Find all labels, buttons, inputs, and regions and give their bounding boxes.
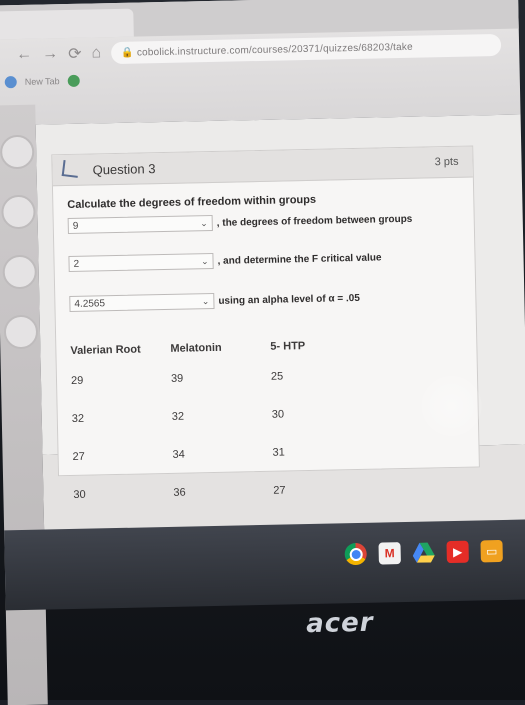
address-bar-url: cobolick.instructure.com/courses/20371/q… xyxy=(136,41,413,59)
table-cell: 39 xyxy=(170,372,184,385)
column-header: Melatonin xyxy=(170,341,222,355)
table-cell: 32 xyxy=(71,412,85,425)
column-header: Valerian Root xyxy=(70,343,141,357)
f-critical-value: 4.2565 xyxy=(74,297,106,310)
chevron-down-icon: ⌄ xyxy=(201,295,210,306)
gmail-icon[interactable]: M xyxy=(378,542,401,565)
home-icon[interactable]: ⌂ xyxy=(91,44,101,62)
column-header: 5- HTP xyxy=(270,340,306,353)
table-row: 30 36 27 xyxy=(73,483,374,527)
monitor-brand-logo: acer xyxy=(305,607,374,640)
data-table: Valerian Root Melatonin 5- HTP 29 39 25 … xyxy=(70,339,374,527)
screen: ← → ⟳ ⌂ 🔒 cobolick.instructure.com/cours… xyxy=(0,0,525,705)
back-arrow-icon[interactable]: ← xyxy=(16,46,32,64)
reload-icon[interactable]: ⟳ xyxy=(68,44,82,64)
f-critical-label: , and determine the F critical value xyxy=(217,251,382,267)
question-points: 3 pts xyxy=(434,155,459,169)
drive-icon[interactable] xyxy=(412,541,435,563)
table-cell: 30 xyxy=(271,408,285,421)
question-header: Question 3 3 pts xyxy=(52,146,473,187)
taskbar-icons: M ▶ ▭ xyxy=(344,539,503,566)
flag-question-icon[interactable] xyxy=(61,160,80,178)
forward-arrow-icon[interactable]: → xyxy=(42,45,58,63)
answer-row-f-critical: 4.2565 ⌄ using an alpha level of α = .05 xyxy=(69,289,360,313)
bookmark-icon[interactable] xyxy=(67,74,80,87)
answer-row-df-between: 2 ⌄ , and determine the F critical value xyxy=(68,248,382,273)
table-cell: 32 xyxy=(171,410,185,423)
lock-icon: 🔒 xyxy=(121,47,137,59)
courses-icon[interactable] xyxy=(2,254,38,290)
f-critical-select[interactable]: 4.2565 ⌄ xyxy=(69,292,215,312)
dashboard-icon[interactable] xyxy=(1,194,36,230)
browser-chrome: ← → ⟳ ⌂ 🔒 cobolick.instructure.com/cours… xyxy=(0,0,521,126)
account-icon[interactable] xyxy=(0,134,35,170)
table-cell: 29 xyxy=(70,374,84,387)
chevron-down-icon: ⌄ xyxy=(200,217,208,228)
table-cell: 25 xyxy=(270,370,284,383)
table-cell: 27 xyxy=(72,450,85,463)
chevron-down-icon: ⌄ xyxy=(200,255,209,266)
df-between-value: 2 xyxy=(73,258,80,270)
df-between-select[interactable]: 2 ⌄ xyxy=(68,252,214,272)
bookmark-new-tab[interactable]: New Tab xyxy=(25,76,60,87)
table-row: 32 32 30 xyxy=(72,407,373,451)
question-prompt: Calculate the degrees of freedom within … xyxy=(67,193,317,212)
question-card: Question 3 3 pts Calculate the degrees o… xyxy=(51,145,480,501)
new-tab-icon[interactable] xyxy=(4,76,17,89)
taskbar xyxy=(4,519,525,611)
df-within-value: 9 xyxy=(72,220,79,232)
chrome-icon[interactable] xyxy=(344,542,367,566)
question-title: Question 3 xyxy=(92,161,156,178)
df-within-select[interactable]: 9 ⌄ xyxy=(67,214,213,235)
table-cell: 30 xyxy=(73,488,86,501)
table-cell: 31 xyxy=(272,446,285,459)
table-cell: 27 xyxy=(273,484,286,497)
calendar-icon[interactable] xyxy=(3,314,39,350)
drive-triangle xyxy=(412,542,435,563)
table-cell: 34 xyxy=(172,448,185,461)
browser-tab[interactable] xyxy=(0,8,134,40)
answer-row-df-within: 9 ⌄ , the degrees of freedom between gro… xyxy=(67,210,413,235)
alpha-level-label: using an alpha level of α = .05 xyxy=(218,292,360,307)
youtube-icon[interactable]: ▶ xyxy=(446,540,469,564)
table-cell: 36 xyxy=(173,486,186,499)
slides-icon[interactable]: ▭ xyxy=(480,539,503,563)
df-between-label: , the degrees of freedom between groups xyxy=(216,213,413,229)
table-row: 27 34 31 xyxy=(72,445,373,489)
table-row: 29 39 25 xyxy=(71,369,372,413)
address-bar[interactable]: 🔒 cobolick.instructure.com/courses/20371… xyxy=(111,33,502,65)
